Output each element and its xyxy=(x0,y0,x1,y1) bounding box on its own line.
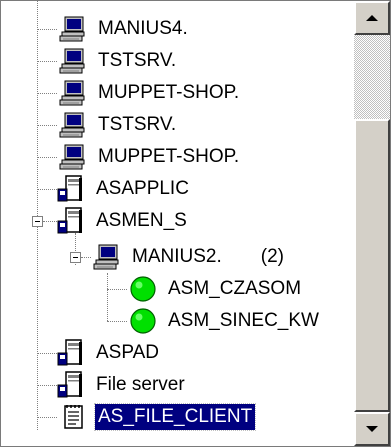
tree-line xyxy=(107,321,127,322)
tree-view: MANIUS4. TSTSRV. MUPPET-SHOP. TSTSRV. MU… xyxy=(1,1,353,446)
tree-line xyxy=(107,273,108,321)
network-computer-icon xyxy=(59,47,87,75)
tree-node[interactable]: ASM_CZASOM xyxy=(129,273,304,305)
tree-line xyxy=(81,257,91,258)
tree-node[interactable]: ASM_SINEC_KW xyxy=(129,305,322,337)
tree-node-label: MUPPET-SHOP. xyxy=(98,146,240,167)
tree-line xyxy=(37,93,57,94)
network-computer-icon xyxy=(59,143,87,171)
tree-node-selected[interactable]: AS_FILE_CLIENT xyxy=(59,401,257,433)
tree-node-label: AS_FILE_CLIENT xyxy=(93,403,257,431)
green-status-icon xyxy=(129,275,157,303)
tree-line xyxy=(37,189,57,190)
green-status-icon xyxy=(129,307,157,335)
tree-node-label: TSTSRV. xyxy=(98,50,177,71)
collapse-toggle-asmen-s[interactable] xyxy=(32,216,43,227)
tree-view-panel: MANIUS4. TSTSRV. MUPPET-SHOP. TSTSRV. MU… xyxy=(0,0,391,447)
tree-line xyxy=(37,385,57,386)
application-server-icon xyxy=(57,371,85,399)
network-computer-icon xyxy=(59,79,87,107)
tree-node-label: ASM_SINEC_KW xyxy=(168,310,319,331)
tree-node-label: ASPAD xyxy=(96,342,160,363)
tree-node[interactable]: TSTSRV. xyxy=(59,109,179,141)
tree-node[interactable]: MUPPET-SHOP. xyxy=(59,77,242,109)
network-computer-icon xyxy=(59,111,87,139)
tree-node-label: MANIUS4. xyxy=(98,18,188,39)
network-computer-icon xyxy=(59,15,87,43)
collapse-toggle-manius2[interactable] xyxy=(70,252,81,263)
tree-node[interactable]: MUPPET-SHOP. xyxy=(59,141,242,173)
tree-node[interactable]: ASMEN_S xyxy=(57,205,190,237)
application-server-icon xyxy=(57,175,85,203)
tree-node[interactable]: TSTSRV. xyxy=(59,45,179,77)
tree-line xyxy=(37,125,57,126)
tree-node-label: File server xyxy=(96,374,185,395)
tree-node[interactable]: MANIUS4. xyxy=(59,13,191,45)
tree-node-label: TSTSRV. xyxy=(98,114,177,135)
scroll-thumb[interactable] xyxy=(354,119,390,412)
tree-line xyxy=(37,417,57,418)
tree-line xyxy=(37,29,57,30)
tree-node[interactable]: ASPAD xyxy=(57,337,162,369)
down-arrow-icon xyxy=(366,426,378,432)
scroll-up-button[interactable] xyxy=(354,1,390,35)
tree-line xyxy=(37,157,57,158)
tree-line xyxy=(37,61,57,62)
scroll-down-button[interactable] xyxy=(354,412,390,446)
tree-node-label: MUPPET-SHOP. xyxy=(98,82,240,103)
tree-line xyxy=(37,353,57,354)
vertical-scrollbar[interactable] xyxy=(354,1,390,446)
tree-line xyxy=(43,221,57,222)
application-server-icon xyxy=(57,339,85,367)
child-count: (2) xyxy=(260,246,284,267)
tree-node[interactable]: MANIUS2. (2) xyxy=(93,241,284,273)
application-server-icon xyxy=(57,207,85,235)
notepad-document-icon xyxy=(59,403,87,431)
tree-line xyxy=(107,289,127,290)
network-computer-icon xyxy=(93,243,121,271)
tree-node-label: ASMEN_S xyxy=(96,210,187,231)
tree-node[interactable]: ASAPPLIC xyxy=(57,173,192,205)
tree-node[interactable]: File server xyxy=(57,369,188,401)
tree-node-label: ASAPPLIC xyxy=(96,178,189,199)
tree-node-label: ASM_CZASOM xyxy=(168,278,302,299)
tree-node-label: MANIUS2. xyxy=(132,246,222,267)
up-arrow-icon xyxy=(366,15,378,21)
